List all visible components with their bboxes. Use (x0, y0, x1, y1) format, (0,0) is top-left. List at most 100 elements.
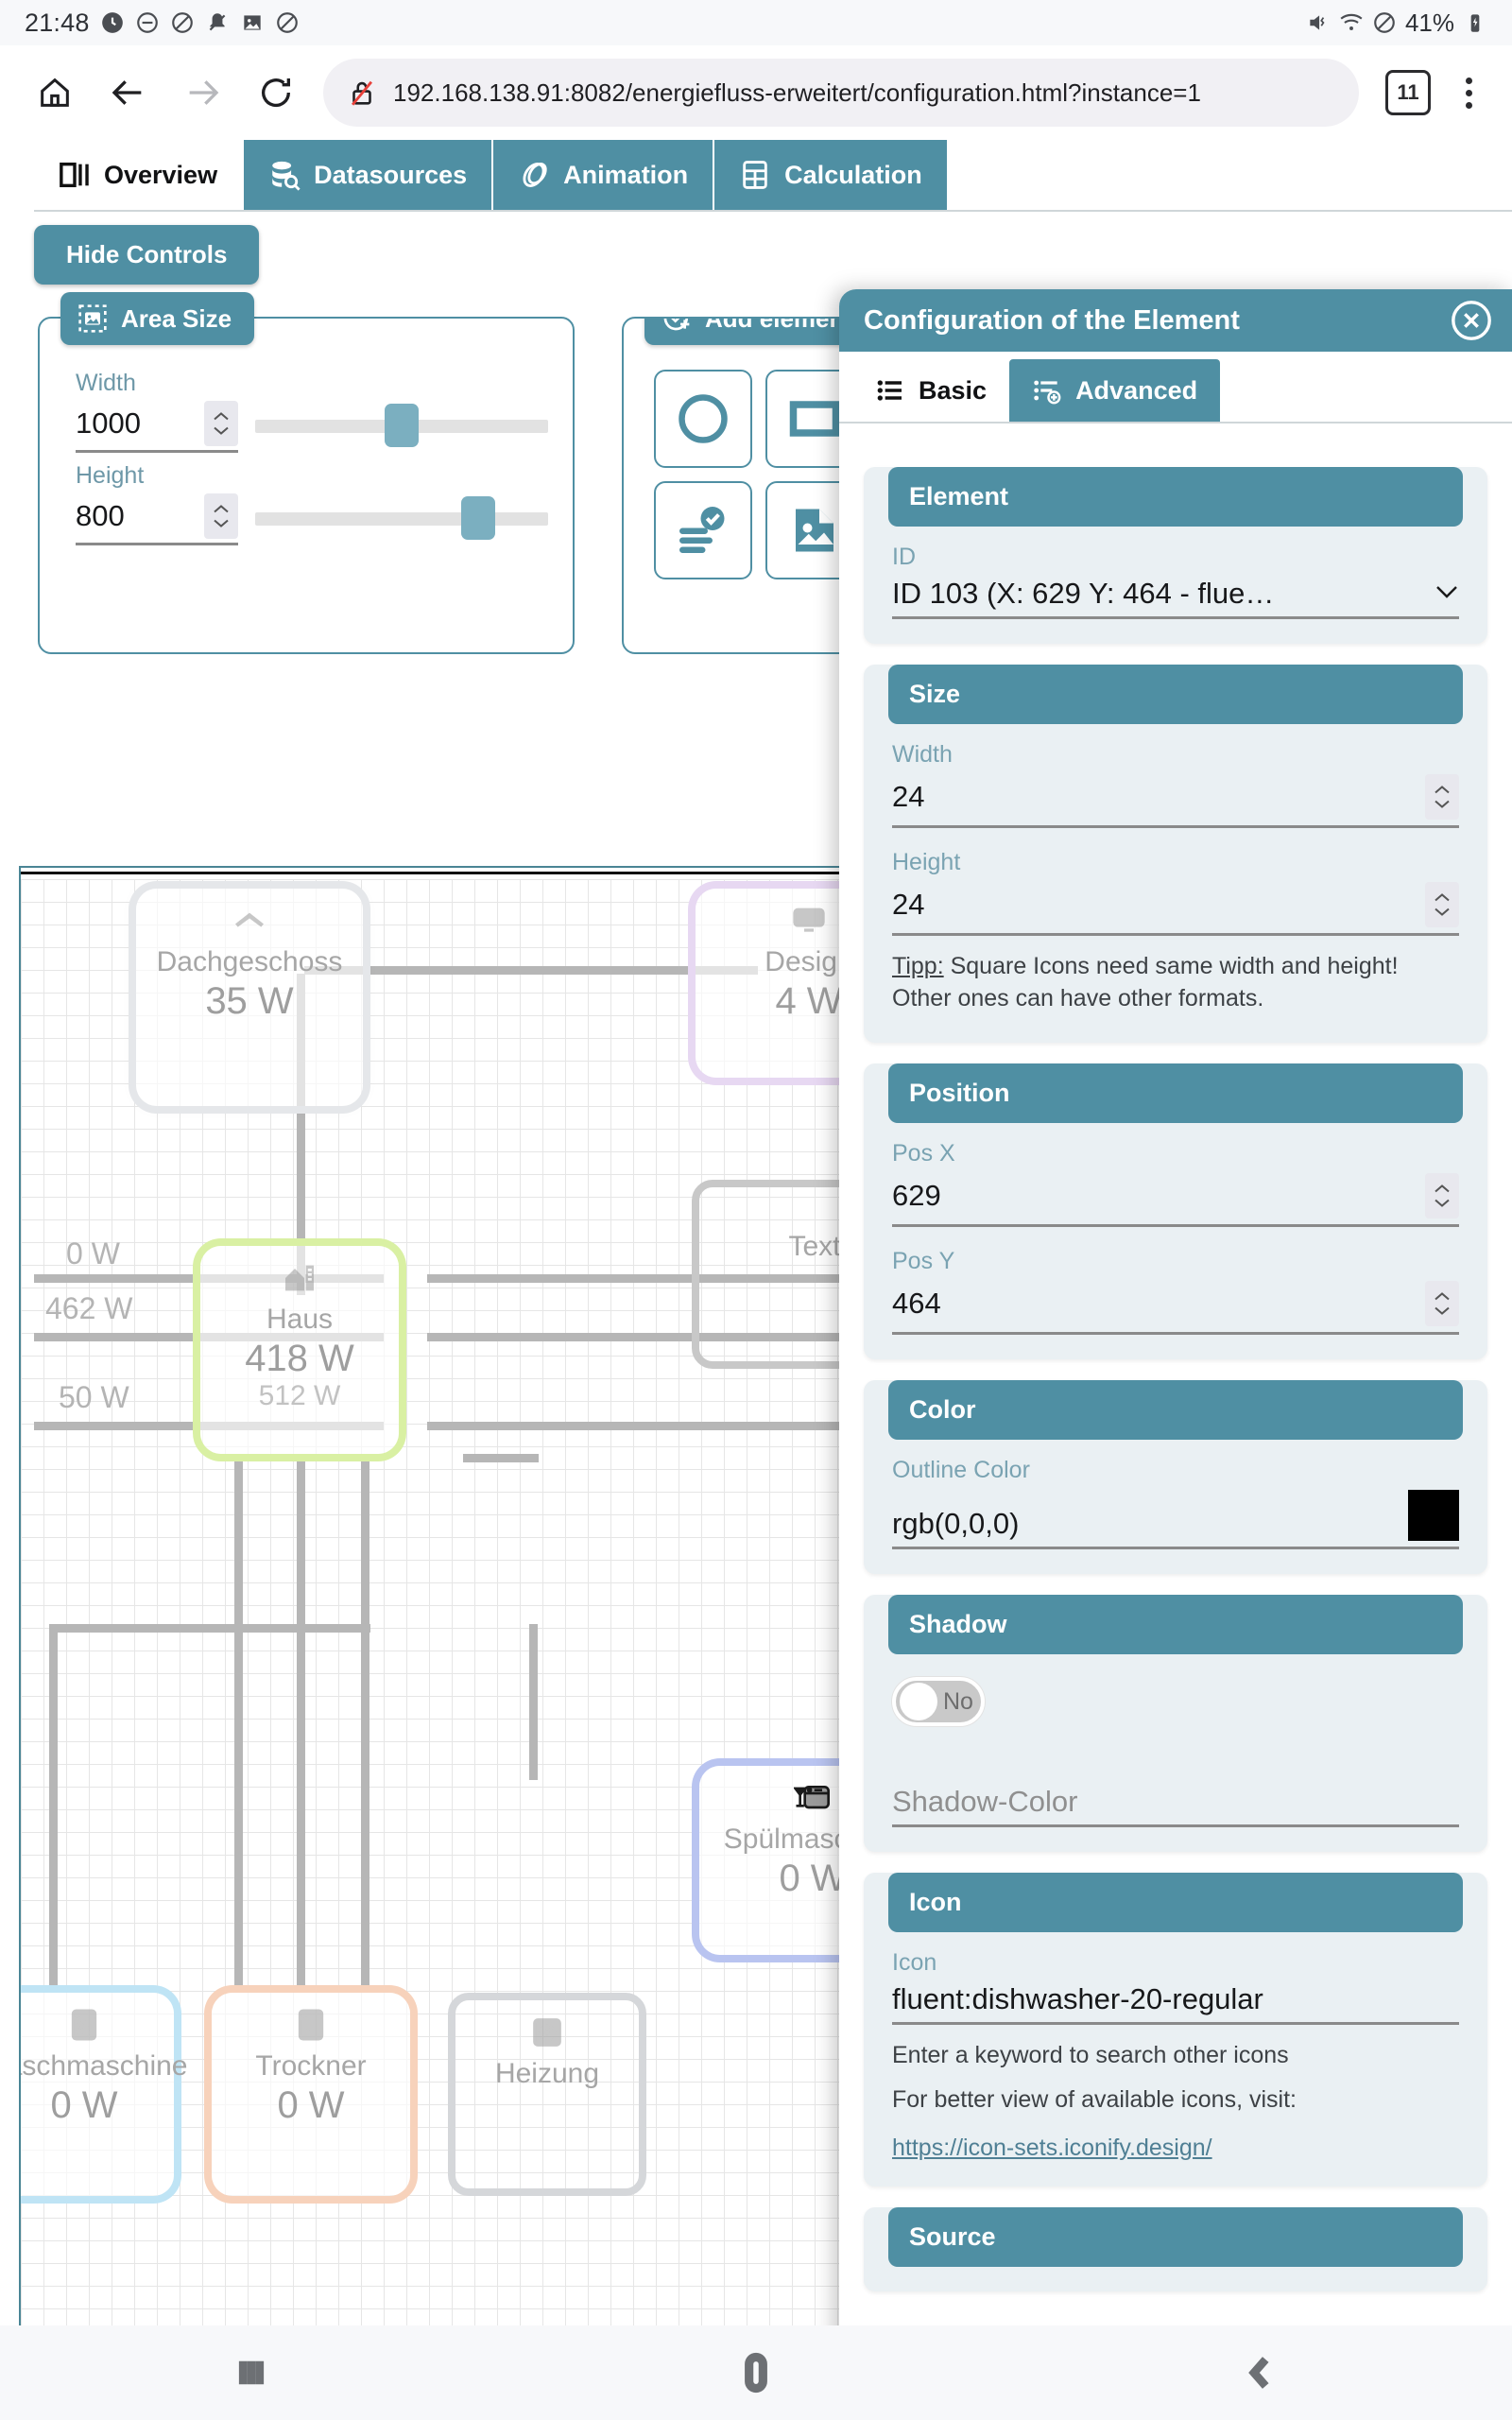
size-height-input[interactable]: 24 (892, 882, 1459, 936)
area-size-panel-title: Area Size (60, 292, 255, 345)
forward-button[interactable] (168, 59, 236, 127)
house-icon (281, 1259, 318, 1302)
node-dachgeschoss[interactable]: Dachgeschoss 35 W (136, 889, 363, 1106)
chevron-up-icon (1435, 1292, 1450, 1301)
element-configuration-dialog: Configuration of the Element Basic Advan… (839, 289, 1512, 2420)
area-size-panel: Area Size Width 1000 Height 800 (38, 292, 575, 654)
browser-menu-button[interactable] (1446, 77, 1491, 109)
area-height-input[interactable]: 800 (76, 493, 238, 545)
node-spuelmaschine[interactable]: Spülmaschine 0 W (699, 1766, 849, 1955)
node-heizung[interactable]: Heizung (448, 1993, 646, 2196)
area-height-field[interactable]: Height 800 (76, 462, 238, 545)
node-dachgeschoss-value: 35 W (205, 980, 294, 1022)
section-element-body: ID ID 103 (X: 629 Y: 464 - flue… (864, 527, 1487, 619)
node-trockner-value: 0 W (277, 2084, 345, 2126)
area-width-label: Width (76, 370, 136, 396)
shadow-color-input[interactable]: Shadow-Color (892, 1785, 1459, 1827)
reload-icon (262, 78, 291, 108)
shadow-toggle[interactable]: No (892, 1677, 985, 1726)
pos-y-stepper[interactable] (1425, 1281, 1459, 1326)
tab-calculation-label: Calculation (784, 160, 922, 189)
area-width-field[interactable]: Width 1000 (76, 370, 238, 453)
area-width-slider-thumb[interactable] (385, 404, 419, 447)
wire-haus-trockner (297, 1454, 305, 1993)
datasource-search-icon (272, 161, 301, 191)
size-width-input[interactable]: 24 (892, 774, 1459, 828)
size-tip-prefix: Tipp: (892, 953, 944, 979)
washing-machine-icon (65, 2006, 103, 2048)
shadow-toggle-knob (900, 1683, 937, 1720)
pos-y-value: 464 (892, 1287, 941, 1320)
wifi-icon (1340, 13, 1363, 30)
url-text: 192.168.138.91:8082/energiefluss-erweite… (393, 78, 1201, 107)
area-width-slider[interactable] (255, 402, 548, 447)
iconify-link[interactable]: https://icon-sets.iconify.design/ (892, 2135, 1212, 2162)
tab-overview-label: Overview (104, 160, 218, 189)
back-button[interactable] (94, 59, 163, 127)
element-id-select[interactable]: ID 103 (X: 629 Y: 464 - flue… (892, 577, 1459, 619)
reload-button[interactable] (242, 59, 310, 127)
dot-2 (1465, 89, 1472, 96)
android-status-bar: 21:48 41% (0, 0, 1512, 45)
home-button[interactable] (21, 59, 89, 127)
outline-color-input[interactable]: rgb(0,0,0) (892, 1490, 1459, 1549)
chevron-down-icon (1435, 1199, 1450, 1207)
mute-notification-icon (209, 13, 225, 31)
area-width-stepper[interactable] (204, 401, 238, 446)
size-width-stepper[interactable] (1425, 774, 1459, 820)
dialog-tab-advanced[interactable]: Advanced (1009, 359, 1221, 422)
recents-icon[interactable] (232, 2353, 271, 2393)
area-height-stepper[interactable] (204, 493, 238, 539)
pos-x-stepper[interactable] (1425, 1173, 1459, 1219)
node-waschmaschine[interactable]: Waschmaschine 0 W (21, 1993, 187, 2196)
area-width-input[interactable]: 1000 (76, 401, 238, 453)
node-text[interactable]: Text (692, 1180, 849, 1369)
section-position-body: Pos X 629 Pos Y 464 (864, 1123, 1487, 1335)
tab-datasources[interactable]: Datasources (244, 140, 494, 210)
tab-calculation[interactable]: Calculation (714, 140, 949, 210)
dialog-header: Configuration of the Element (839, 289, 1512, 352)
add-text-button[interactable] (654, 481, 752, 579)
section-shadow-title: Shadow (888, 1595, 1463, 1654)
node-design[interactable]: Design 4 W (696, 889, 849, 1078)
address-bar[interactable]: 192.168.138.91:8082/energiefluss-erweite… (323, 59, 1359, 127)
pos-x-input[interactable]: 629 (892, 1173, 1459, 1227)
section-position: Position Pos X 629 Pos Y 464 (864, 1063, 1487, 1359)
circle-icon (679, 394, 728, 443)
wire-bus-bottom (49, 1624, 370, 1633)
area-width-value: 1000 (76, 406, 141, 440)
size-height-stepper[interactable] (1425, 882, 1459, 927)
add-circle-button[interactable] (654, 370, 752, 468)
area-height-slider[interactable] (255, 494, 548, 540)
node-haus[interactable]: Haus 418 W 512 W (200, 1246, 399, 1454)
chevron-down-icon (1435, 583, 1459, 604)
status-left-group: 21:48 (25, 9, 300, 38)
tab-overview[interactable]: Overview (34, 140, 245, 210)
node-haus-value: 418 W (245, 1338, 354, 1379)
status-right-group: 41% (1306, 9, 1487, 38)
node-trockner[interactable]: Trockner 0 W (212, 1993, 410, 2196)
section-icon: Icon Icon fluent:dishwasher-20-regular E… (864, 1873, 1487, 2187)
node-text-label: Text (788, 1231, 841, 1262)
dialog-tab-basic[interactable]: Basic (852, 359, 1010, 422)
screenshot-icon (243, 15, 261, 30)
size-tip-text: Square Icons need same width and height!… (892, 953, 1399, 1011)
back-chevron-icon[interactable] (1241, 2353, 1280, 2393)
hide-controls-button[interactable]: Hide Controls (34, 225, 260, 285)
area-height-slider-thumb[interactable] (460, 496, 495, 540)
outline-color-swatch[interactable] (1408, 1490, 1459, 1541)
section-source: Source (864, 2207, 1487, 2291)
home-pill-icon[interactable] (735, 2352, 777, 2394)
pos-x-value: 629 (892, 1179, 941, 1212)
tab-animation[interactable]: Animation (493, 140, 715, 210)
close-circle-icon[interactable] (1450, 299, 1493, 342)
tab-counter-button[interactable]: 11 (1385, 70, 1431, 115)
insecure-lock-icon (351, 80, 373, 106)
list-basic-icon (877, 380, 902, 401)
dialog-tab-basic-label: Basic (919, 375, 988, 405)
home-icon (41, 78, 69, 107)
icon-name-input[interactable]: fluent:dishwasher-20-regular (892, 1982, 1459, 2025)
pos-y-input[interactable]: 464 (892, 1281, 1459, 1335)
diagram-canvas[interactable]: 0 W 462 W 50 W Dachgeschoss 35 W Design … (19, 866, 850, 2407)
element-id-value: ID 103 (X: 629 Y: 464 - flue… (892, 577, 1275, 610)
